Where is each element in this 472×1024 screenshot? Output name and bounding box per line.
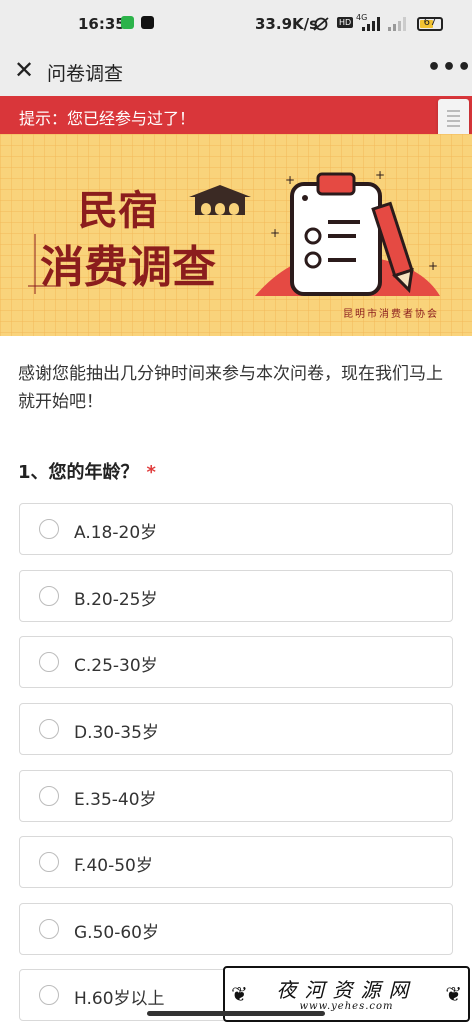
radio-icon[interactable]	[39, 652, 59, 672]
option-e[interactable]: E.35-40岁	[19, 770, 453, 822]
status-time: 16:35	[78, 15, 126, 33]
option-f[interactable]: F.40-50岁	[19, 836, 453, 888]
option-label: C.25-30岁	[74, 656, 158, 676]
option-label: F.40-50岁	[74, 856, 153, 876]
option-label: G.50-60岁	[74, 923, 159, 943]
battery-level: 67	[423, 17, 437, 28]
radio-icon[interactable]	[39, 586, 59, 606]
option-b[interactable]: B.20-25岁	[19, 570, 453, 622]
notice-text: 提示：您已经参与过了！	[19, 109, 196, 128]
question-title: 1、您的年龄？ *	[18, 458, 156, 484]
page-title: 问卷调查	[47, 63, 124, 85]
option-a[interactable]: A.18-20岁	[19, 503, 453, 555]
option-d[interactable]: D.30-35岁	[19, 703, 453, 755]
radio-icon[interactable]	[39, 985, 59, 1005]
nav-bar: ✕ 问卷调查 •••	[0, 48, 472, 96]
banner-org: 昆明市消费者协会	[343, 307, 439, 320]
radio-icon[interactable]	[39, 919, 59, 939]
banner-illustration: + + + + 民宿 消费调查 昆明市消费者协会	[0, 134, 472, 336]
network-speed: 33.9K/s	[255, 15, 319, 33]
banner-title-line1: 民宿	[78, 187, 158, 234]
option-g[interactable]: G.50-60岁	[19, 903, 453, 955]
signal-bars-2-icon	[388, 17, 406, 31]
more-icon[interactable]: •••	[427, 55, 472, 80]
list-menu-button[interactable]	[438, 99, 469, 137]
svg-text:+: +	[375, 168, 385, 182]
svg-text:+: +	[428, 259, 438, 273]
option-label: H.60岁以上	[74, 989, 165, 1009]
battery-icon: 67	[417, 17, 443, 31]
option-label: D.30-35岁	[74, 723, 159, 743]
radio-icon[interactable]	[39, 852, 59, 872]
svg-text:+: +	[285, 173, 295, 187]
svg-text:+: +	[270, 226, 280, 240]
notice-banner: 提示：您已经参与过了！	[0, 96, 472, 137]
signal-bars-icon	[362, 17, 380, 31]
radio-icon[interactable]	[39, 519, 59, 539]
close-icon[interactable]: ✕	[14, 58, 34, 82]
option-label: E.35-40岁	[74, 790, 157, 810]
tiktok-icon	[141, 16, 154, 29]
survey-banner: + + + + 民宿 消费调查 昆明市消费者协会	[0, 134, 472, 336]
radio-icon[interactable]	[39, 719, 59, 739]
ornament-right-icon: ❦	[445, 982, 462, 1006]
question-text: 1、您的年龄？	[18, 462, 139, 483]
alarm-off-icon	[313, 17, 329, 31]
hd-badge: HD	[337, 17, 354, 28]
watermark-text: 夜河资源网	[276, 978, 417, 1002]
option-label: A.18-20岁	[74, 523, 158, 543]
intro-text: 感谢您能抽出几分钟时间来参与本次问卷，现在我们马上就开始吧！	[18, 364, 443, 412]
banner-title-line2: 消费调查	[40, 242, 216, 293]
option-c[interactable]: C.25-30岁	[19, 636, 453, 688]
option-label: B.20-25岁	[74, 590, 158, 610]
radio-icon[interactable]	[39, 786, 59, 806]
required-mark: *	[146, 462, 156, 483]
home-indicator[interactable]	[147, 1011, 325, 1016]
status-bar: 16:35 33.9K/s HD 4G 67	[0, 0, 472, 48]
notification-app-icon	[121, 16, 134, 29]
